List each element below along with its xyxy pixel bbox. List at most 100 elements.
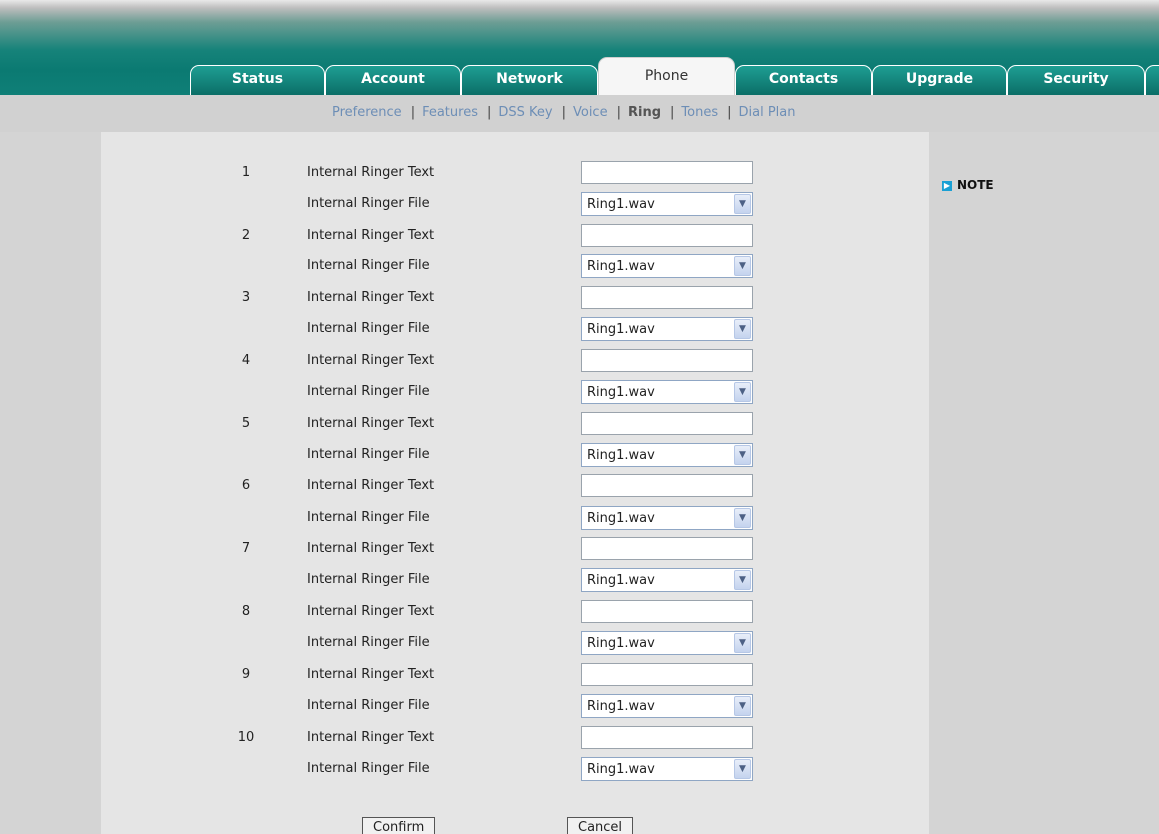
ringer-text-label: Internal Ringer Text [307, 541, 435, 556]
ringer-file-select-1[interactable]: Ring1.wav ▼ [581, 192, 753, 216]
ringer-text-input-3[interactable] [581, 286, 753, 309]
ringer-file-value: Ring1.wav [587, 636, 655, 651]
ringer-file-label: Internal Ringer File [307, 384, 430, 399]
tab-overflow[interactable] [1145, 65, 1159, 95]
ringer-file-row: Internal Ringer File Ring1.wav ▼ [101, 252, 929, 282]
arrow-right-icon: ▶ [942, 181, 952, 191]
note-label: NOTE [957, 178, 994, 192]
ringer-text-row: 6 Internal Ringer Text [101, 472, 929, 502]
chevron-down-icon: ▼ [734, 319, 751, 339]
ringer-text-row: 2 Internal Ringer Text [101, 222, 929, 252]
ringer-file-value: Ring1.wav [587, 197, 655, 212]
ringer-file-select-2[interactable]: Ring1.wav ▼ [581, 254, 753, 278]
tab-phone-label: Phone [644, 68, 689, 84]
subnav-voice[interactable]: Voice [573, 105, 608, 120]
tab-phone[interactable]: Phone [598, 57, 735, 95]
ringer-file-row: Internal Ringer File Ring1.wav ▼ [101, 315, 929, 345]
ringer-text-label: Internal Ringer Text [307, 290, 435, 305]
ringer-file-value: Ring1.wav [587, 699, 655, 714]
ringer-file-value: Ring1.wav [587, 762, 655, 777]
ringer-index: 7 [241, 541, 251, 556]
ringer-file-select-6[interactable]: Ring1.wav ▼ [581, 506, 753, 530]
ringer-file-value: Ring1.wav [587, 573, 655, 588]
tab-upgrade-label: Upgrade [905, 71, 974, 87]
ringer-index: 4 [241, 353, 251, 368]
cancel-button[interactable]: Cancel [567, 817, 634, 834]
subnav-separator: | [561, 105, 566, 120]
ringer-file-select-10[interactable]: Ring1.wav ▼ [581, 757, 753, 781]
tab-account-label: Account [361, 71, 425, 87]
ringer-text-input-5[interactable] [581, 412, 753, 435]
ringer-file-label: Internal Ringer File [307, 196, 430, 211]
ringer-file-select-8[interactable]: Ring1.wav ▼ [581, 631, 753, 655]
tab-status-label: Status [231, 71, 284, 87]
tab-security-label: Security [1043, 71, 1109, 87]
tab-account[interactable]: Account [325, 65, 461, 95]
subnav-features[interactable]: Features [422, 105, 478, 120]
tab-network[interactable]: Network [461, 65, 598, 95]
ringer-file-value: Ring1.wav [587, 322, 655, 337]
subnav-dss-key[interactable]: DSS Key [498, 105, 552, 120]
ringer-file-value: Ring1.wav [587, 385, 655, 400]
chevron-down-icon: ▼ [734, 696, 751, 716]
tab-network-label: Network [496, 71, 563, 87]
chevron-down-icon: ▼ [734, 256, 751, 276]
ringer-text-input-10[interactable] [581, 726, 753, 749]
ringer-text-input-6[interactable] [581, 474, 753, 497]
ringer-file-row: Internal Ringer File Ring1.wav ▼ [101, 378, 929, 408]
ringer-text-label: Internal Ringer Text [307, 667, 435, 682]
tab-contacts[interactable]: Contacts [735, 65, 872, 95]
ringer-text-label: Internal Ringer Text [307, 353, 435, 368]
ringer-text-input-4[interactable] [581, 349, 753, 372]
sub-nav-links: Preference | Features | DSS Key | Voice | Ring | T… [332, 105, 796, 121]
ringer-index: 6 [241, 478, 251, 493]
ringer-file-select-9[interactable]: Ring1.wav ▼ [581, 694, 753, 718]
ringer-text-label: Internal Ringer Text [307, 478, 435, 493]
ringer-file-label: Internal Ringer File [307, 510, 430, 525]
sub-navigation: Preference | Features | DSS Key | Voice | Ring | T… [0, 95, 1159, 132]
tab-upgrade[interactable]: Upgrade [872, 65, 1007, 95]
chevron-down-icon: ▼ [734, 445, 751, 465]
tab-contacts-label: Contacts [768, 71, 839, 87]
ringer-file-label: Internal Ringer File [307, 698, 430, 713]
ringer-text-label: Internal Ringer Text [307, 165, 435, 180]
chevron-down-icon: ▼ [734, 194, 751, 214]
ringer-file-label: Internal Ringer File [307, 761, 430, 776]
ringer-file-label: Internal Ringer File [307, 321, 430, 336]
ringer-file-row: Internal Ringer File Ring1.wav ▼ [101, 441, 929, 471]
ringer-file-select-7[interactable]: Ring1.wav ▼ [581, 568, 753, 592]
ringer-text-input-1[interactable] [581, 161, 753, 184]
ringer-text-input-8[interactable] [581, 600, 753, 623]
subnav-preference[interactable]: Preference [332, 105, 402, 120]
ringer-text-input-2[interactable] [581, 224, 753, 247]
subnav-dial-plan[interactable]: Dial Plan [739, 105, 796, 120]
ringer-file-select-5[interactable]: Ring1.wav ▼ [581, 443, 753, 467]
ringer-file-row: Internal Ringer File Ring1.wav ▼ [101, 755, 929, 785]
ringer-text-row: 8 Internal Ringer Text [101, 598, 929, 628]
ringer-file-value: Ring1.wav [587, 511, 655, 526]
ringer-file-label: Internal Ringer File [307, 572, 430, 587]
ringer-file-select-3[interactable]: Ring1.wav ▼ [581, 317, 753, 341]
note-heading[interactable]: ▶ NOTE [942, 178, 994, 192]
ringer-text-input-9[interactable] [581, 663, 753, 686]
ringer-text-label: Internal Ringer Text [307, 604, 435, 619]
ringer-index: 1 [241, 165, 251, 180]
ringer-file-row: Internal Ringer File Ring1.wav ▼ [101, 190, 929, 220]
chevron-down-icon: ▼ [734, 759, 751, 779]
chevron-down-icon: ▼ [734, 633, 751, 653]
ringer-text-row: 4 Internal Ringer Text [101, 347, 929, 377]
ringer-index: 5 [241, 416, 251, 431]
subnav-tones[interactable]: Tones [681, 105, 718, 120]
tab-status[interactable]: Status [190, 65, 325, 95]
subnav-ring[interactable]: Ring [628, 105, 661, 120]
ringer-file-row: Internal Ringer File Ring1.wav ▼ [101, 504, 929, 534]
ringer-text-input-7[interactable] [581, 537, 753, 560]
ringer-file-value: Ring1.wav [587, 448, 655, 463]
ringer-file-label: Internal Ringer File [307, 635, 430, 650]
ringer-file-select-4[interactable]: Ring1.wav ▼ [581, 380, 753, 404]
tab-security[interactable]: Security [1007, 65, 1145, 95]
ringer-text-row: 1 Internal Ringer Text [101, 159, 929, 189]
ringer-file-label: Internal Ringer File [307, 258, 430, 273]
confirm-button[interactable]: Confirm [362, 817, 436, 834]
ringer-text-row: 5 Internal Ringer Text [101, 410, 929, 440]
